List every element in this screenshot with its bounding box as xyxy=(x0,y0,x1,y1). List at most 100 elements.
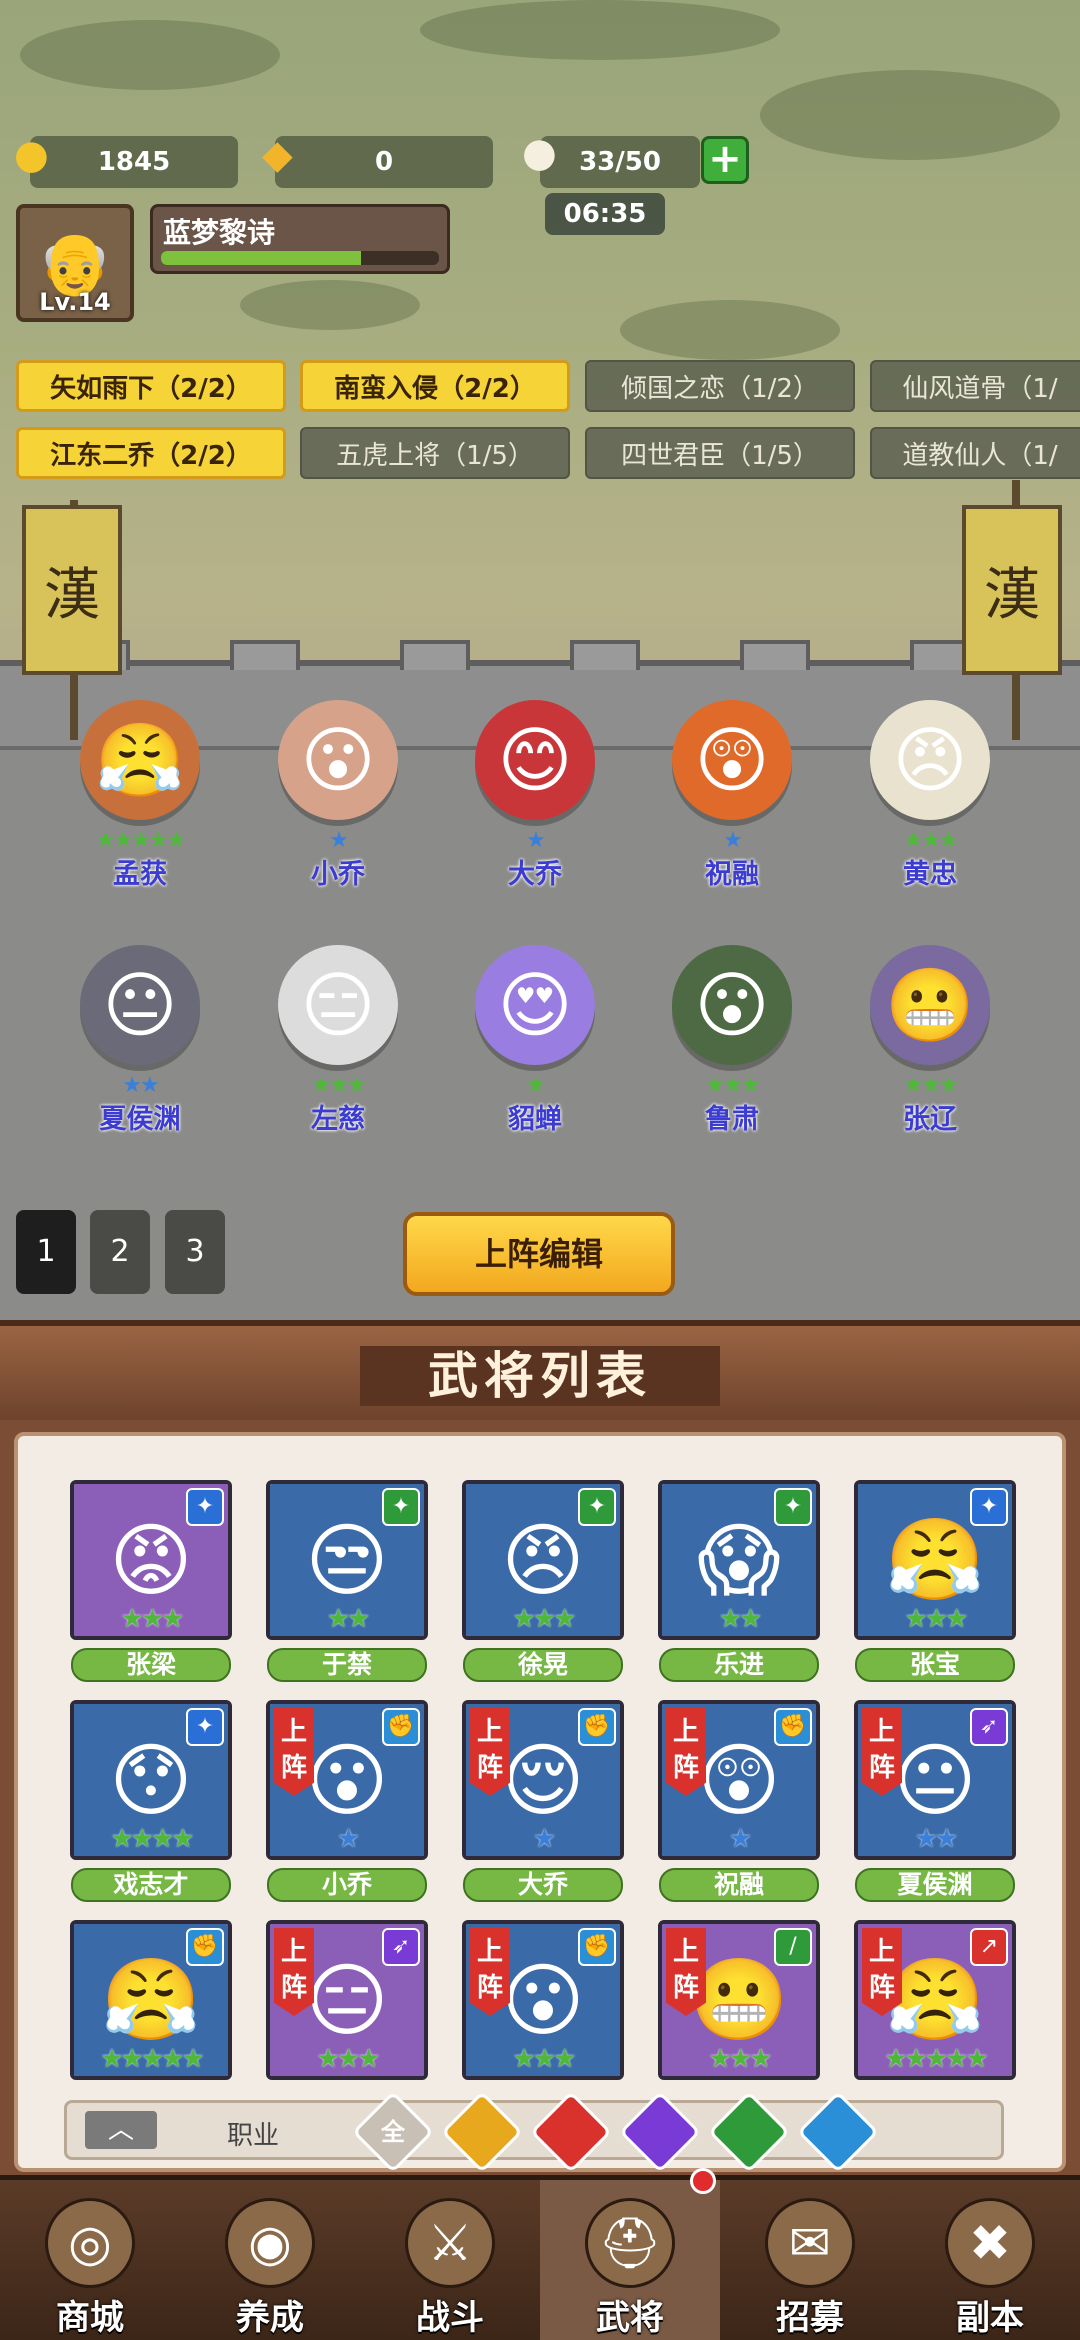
formation-hero[interactable]: 😑 ★★★ 左慈 xyxy=(258,945,418,1165)
hero-card[interactable]: 😐 ➶ 上阵 ★★ xyxy=(854,1700,1016,1860)
deployed-tag: 上阵 xyxy=(274,1708,314,1796)
formation-hero[interactable]: 😊 ★ 大乔 xyxy=(455,700,615,920)
hero-name: 祝融 xyxy=(705,859,759,890)
bond-tag[interactable]: 五虎上将（1/5） xyxy=(300,427,570,479)
xp-bar xyxy=(161,251,439,265)
hero-card[interactable]: 😤 ✦ ★★★ xyxy=(854,1480,1016,1640)
magic-icon: ✦ xyxy=(578,1488,616,1526)
hero-card[interactable]: 😒 ✦ ★★ xyxy=(266,1480,428,1640)
formation-hero[interactable]: 😤 ★★★★★ 孟获 xyxy=(60,700,220,920)
bond-tag[interactable]: 倾国之恋（1/2） xyxy=(585,360,855,412)
nav-scroll[interactable]: ◉ 养成 xyxy=(180,2180,360,2340)
star-rating: ★★★★★ xyxy=(884,2044,989,2074)
magic-icon: ✦ xyxy=(382,1488,420,1526)
star-rating: ★ xyxy=(329,828,349,853)
nav-label: 战斗 xyxy=(416,2298,484,2338)
fist-icon: ✊ xyxy=(186,1928,224,1966)
nav-helmet[interactable]: ⛑ 武将 xyxy=(540,2180,720,2340)
hero-card[interactable]: 😱 ✦ ★★ xyxy=(658,1480,820,1640)
formation-page-3[interactable]: 3 xyxy=(165,1210,225,1294)
all-icon: 全 xyxy=(381,2118,405,2146)
magic-icon: ✦ xyxy=(186,1488,224,1526)
nav-map[interactable]: ✖ 副本 xyxy=(900,2180,1080,2340)
formation-hero[interactable]: 😬 ★★★ 张辽 xyxy=(850,945,1010,1165)
hero-portrait: 😑 xyxy=(278,945,398,1065)
formation-page-1[interactable]: 1 xyxy=(16,1210,76,1294)
hero-card-name: 于禁 xyxy=(267,1648,427,1682)
nav-recruit[interactable]: ✉ 招募 xyxy=(720,2180,900,2340)
deployed-tag: 上阵 xyxy=(470,1928,510,2016)
hero-card[interactable]: 😡 ✦ ★★★ xyxy=(70,1480,232,1640)
bond-tag[interactable]: 道教仙人（1/ xyxy=(870,427,1080,479)
fist-icon: ✊ xyxy=(382,1708,420,1746)
hero-card[interactable]: 😌 ✊ 上阵 ★ xyxy=(462,1700,624,1860)
hero-card[interactable]: 😬 / 上阵 ★★★ xyxy=(658,1920,820,2080)
fist-icon xyxy=(809,2110,867,2154)
hero-portrait: 😮 xyxy=(278,700,398,820)
spear-icon xyxy=(542,2110,600,2154)
nav-coin[interactable]: ◎ 商城 xyxy=(0,2180,180,2340)
deployed-tag: 上阵 xyxy=(666,1708,706,1796)
star-rating: ★★★★★ xyxy=(100,2044,205,2074)
hero-card[interactable]: 😤 ↗ 上阵 ★★★★★ xyxy=(854,1920,1016,2080)
hero-card[interactable]: 😮 ✊ 上阵 ★ xyxy=(266,1700,428,1860)
bottom-nav: ◎ 商城 ◉ 养成 ⚔ 战斗 ⛑ 武将 ✉ 招募 ✖ 副本 xyxy=(0,2175,1080,2340)
gold-counter: 1845 xyxy=(30,136,238,188)
hero-name: 鲁肃 xyxy=(705,1104,759,1135)
gold-amount: 1845 xyxy=(97,147,171,177)
hero-card[interactable]: 😯 ✦ ★★★★ xyxy=(70,1700,232,1860)
add-stamina-button[interactable]: + xyxy=(701,136,749,184)
star-rating: ★ xyxy=(723,828,743,853)
chevron-up-icon[interactable]: ︿ xyxy=(85,2111,157,2149)
formation-hero[interactable]: 😐 ★★ 夏侯渊 xyxy=(60,945,220,1165)
hero-card[interactable]: 😠 ✦ ★★★ xyxy=(462,1480,624,1640)
hero-card[interactable]: 😲 ✊ 上阵 ★ xyxy=(658,1700,820,1860)
roster-title-bar: 武将列表 xyxy=(0,1320,1080,1420)
crossed-swords-icon: ⚔ xyxy=(405,2198,495,2288)
sword-icon: / xyxy=(774,1928,812,1966)
nav-crossed-swords[interactable]: ⚔ 战斗 xyxy=(360,2180,540,2340)
deployed-tag: 上阵 xyxy=(862,1928,902,2016)
edit-formation-button[interactable]: 上阵编辑 xyxy=(403,1212,675,1296)
star-rating: ★ xyxy=(728,1824,752,1854)
xp-bar-fill xyxy=(161,251,362,265)
bond-tag[interactable]: 南蛮入侵（2/2） xyxy=(300,360,570,412)
magic-icon: ✦ xyxy=(186,1708,224,1746)
hero-card-name: 徐晃 xyxy=(463,1648,623,1682)
star-rating: ★★★★★ xyxy=(95,828,187,853)
star-rating: ★★ xyxy=(914,1824,959,1854)
bond-tag[interactable]: 江东二乔（2/2） xyxy=(16,427,286,479)
nav-label: 武将 xyxy=(596,2298,664,2338)
hero-card-name: 戏志才 xyxy=(71,1868,231,1902)
hero-name: 大乔 xyxy=(508,859,562,890)
formation-hero[interactable]: 😲 ★ 祝融 xyxy=(652,700,812,920)
hero-card[interactable]: 😑 ➶ 上阵 ★★★ xyxy=(266,1920,428,2080)
bond-tag[interactable]: 仙风道骨（1/ xyxy=(870,360,1080,412)
star-rating: ★★★ xyxy=(311,1073,366,1098)
hero-name: 孟获 xyxy=(113,859,167,890)
bond-tag[interactable]: 四世君臣（1/5） xyxy=(585,427,855,479)
deployed-tag: 上阵 xyxy=(274,1928,314,2016)
nav-label: 招募 xyxy=(776,2298,844,2338)
fist-icon: ✊ xyxy=(774,1708,812,1746)
hero-card[interactable]: 😮 ✊ 上阵 ★★★ xyxy=(462,1920,624,2080)
bow-icon: ➶ xyxy=(970,1708,1008,1746)
fist-icon: ✊ xyxy=(578,1928,616,1966)
star-rating: ★★★ xyxy=(903,828,958,853)
formation-page-2[interactable]: 2 xyxy=(90,1210,150,1294)
formation-hero[interactable]: 😮 ★ 小乔 xyxy=(258,700,418,920)
hero-name: 小乔 xyxy=(311,859,365,890)
star-rating: ★★★ xyxy=(512,1604,577,1634)
nav-label: 商城 xyxy=(56,2298,124,2338)
hero-card[interactable]: 😤 ✊ ★★★★★ xyxy=(70,1920,232,2080)
formation-hero[interactable]: 😠 ★★★ 黄忠 xyxy=(850,700,1010,920)
hero-name: 左慈 xyxy=(311,1104,365,1135)
magic-icon: ✦ xyxy=(774,1488,812,1526)
hero-portrait: 😊 xyxy=(475,700,595,820)
hero-card-name: 小乔 xyxy=(267,1868,427,1902)
formation-hero[interactable]: 😮 ★★★ 鲁肃 xyxy=(652,945,812,1165)
roster-title: 武将列表 xyxy=(360,1346,720,1406)
bond-tag[interactable]: 矢如雨下（2/2） xyxy=(16,360,286,412)
formation-hero[interactable]: 😍 ★ 貂蝉 xyxy=(455,945,615,1165)
stamina-counter: 33/50 xyxy=(540,136,700,188)
